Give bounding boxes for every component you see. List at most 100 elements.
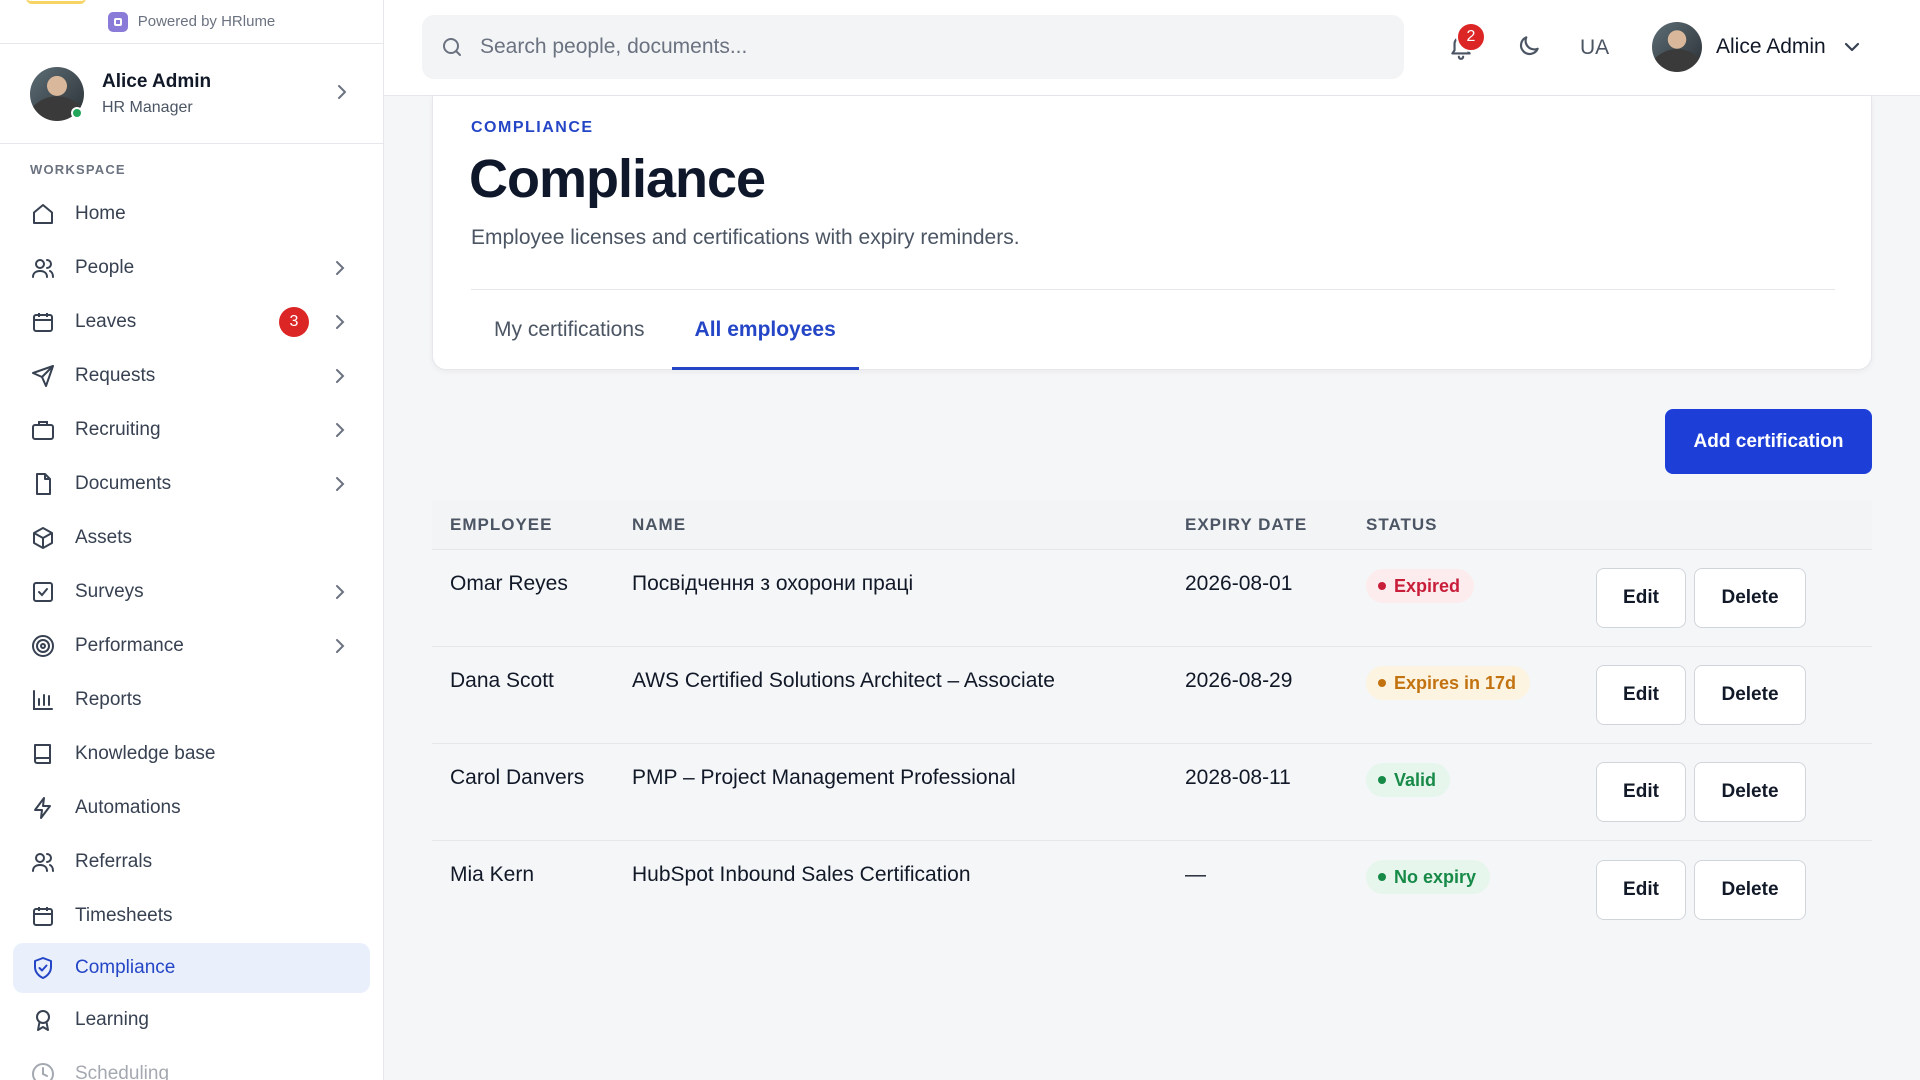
sidebar-item-scheduling[interactable]: Scheduling: [0, 1047, 383, 1080]
cell-certification-name: AWS Certified Solutions Architect – Asso…: [632, 669, 1055, 692]
language-switcher[interactable]: UA: [1580, 36, 1609, 60]
sidebar-item-label: Scheduling: [75, 1063, 170, 1080]
chevron-right-icon: [335, 638, 345, 654]
column-header-employee[interactable]: EMPLOYEE: [432, 515, 632, 535]
column-header-status[interactable]: STATUS: [1366, 515, 1596, 535]
chevron-right-icon: [335, 260, 345, 276]
brand-logo-icon: [107, 11, 128, 32]
people-icon: [30, 849, 56, 875]
sidebar-item-home[interactable]: Home: [0, 187, 383, 241]
cell-expiry-date: 2026-08-29: [1185, 669, 1293, 692]
sidebar-item-referrals[interactable]: Referrals: [0, 835, 383, 889]
chevron-right-icon: [335, 368, 345, 384]
sidebar-item-recruiting[interactable]: Recruiting: [0, 403, 383, 457]
certifications-table: EMPLOYEE NAME EXPIRY DATE STATUS Omar Re…: [432, 500, 1872, 938]
tab-all-employees[interactable]: All employees: [671, 290, 860, 370]
online-status-dot: [71, 106, 83, 119]
sidebar-item-performance[interactable]: Performance: [0, 619, 383, 673]
profile-name: Alice Admin: [102, 70, 212, 92]
status-badge: Valid: [1366, 763, 1451, 797]
award-icon: [30, 1007, 56, 1033]
send-icon: [30, 363, 56, 389]
sidebar-item-label: Leaves: [75, 311, 137, 332]
calendar-icon: [30, 903, 56, 929]
edit-button[interactable]: Edit: [1596, 665, 1686, 725]
sidebar-item-compliance[interactable]: Compliance: [13, 943, 370, 993]
sidebar-item-reports[interactable]: Reports: [0, 673, 383, 727]
sidebar-item-label: Recruiting: [75, 419, 161, 440]
cell-employee: Dana Scott: [450, 669, 554, 692]
target-icon: [30, 633, 56, 659]
sidebar-item-documents[interactable]: Documents: [0, 457, 383, 511]
page-subtitle: Employee licenses and certifications wit…: [471, 226, 1020, 249]
calendar-icon: [30, 309, 56, 335]
delete-button[interactable]: Delete: [1694, 665, 1806, 725]
page-title: Compliance: [469, 149, 766, 209]
cell-certification-name: HubSpot Inbound Sales Certification: [632, 863, 971, 886]
search-input[interactable]: [480, 35, 1386, 59]
tab-bar: My certifications All employees: [471, 290, 863, 370]
sidebar-item-label: Referrals: [75, 851, 153, 872]
cell-expiry-date: 2028-08-11: [1185, 766, 1291, 789]
profile-card[interactable]: Alice Admin HR Manager: [0, 44, 383, 144]
brand-bar: Powered by HRlume: [0, 0, 383, 44]
table-row: Carol Danvers PMP – Project Management P…: [432, 744, 1872, 841]
briefcase-icon: [30, 417, 56, 443]
table-row: Omar Reyes Посвідчення з охорони праці 2…: [432, 550, 1872, 647]
sidebar-item-timesheets[interactable]: Timesheets: [0, 889, 383, 943]
leaves-count-badge: 3: [279, 307, 309, 337]
sidebar-item-label: Performance: [75, 635, 184, 656]
bolt-icon: [30, 795, 56, 821]
user-menu-name: Alice Admin: [1716, 35, 1826, 58]
avatar: [30, 66, 84, 121]
clock-icon: [30, 1061, 56, 1080]
sidebar-item-label: Requests: [75, 365, 156, 386]
avatar: [1652, 22, 1702, 72]
status-badge: No expiry: [1366, 860, 1491, 894]
bar-chart-icon: [30, 687, 56, 713]
moon-icon[interactable]: [1516, 33, 1542, 59]
book-icon: [30, 741, 56, 767]
shield-check-icon: [30, 955, 56, 981]
column-header-name[interactable]: NAME: [632, 515, 1185, 535]
people-icon: [30, 255, 56, 281]
sidebar-item-people[interactable]: People: [0, 241, 383, 295]
sidebar-item-label: Surveys: [75, 581, 144, 602]
search-box[interactable]: [422, 15, 1404, 79]
table-row: Mia Kern HubSpot Inbound Sales Certifica…: [432, 841, 1872, 938]
sidebar-item-knowledge-base[interactable]: Knowledge base: [0, 727, 383, 781]
sidebar-item-automations[interactable]: Automations: [0, 781, 383, 835]
edit-button[interactable]: Edit: [1596, 568, 1686, 628]
delete-button[interactable]: Delete: [1694, 568, 1806, 628]
sidebar-item-label: Timesheets: [75, 905, 173, 926]
sidebar-item-label: Documents: [75, 473, 172, 494]
column-header-expiry-date[interactable]: EXPIRY DATE: [1185, 515, 1366, 535]
table-row: Dana Scott AWS Certified Solutions Archi…: [432, 647, 1872, 744]
sidebar-item-learning[interactable]: Learning: [0, 993, 383, 1047]
sidebar-item-surveys[interactable]: Surveys: [0, 565, 383, 619]
top-bar: 2 UA Alice Admin: [384, 0, 1920, 96]
document-icon: [30, 471, 56, 497]
delete-button[interactable]: Delete: [1694, 762, 1806, 822]
notification-count-badge: 2: [1456, 22, 1486, 52]
sidebar-item-label: Home: [75, 203, 126, 224]
cell-expiry-date: 2026-08-01: [1185, 572, 1293, 595]
sidebar-item-leaves[interactable]: Leaves 3: [0, 295, 383, 349]
edit-button[interactable]: Edit: [1596, 762, 1686, 822]
sidebar-item-label: Compliance: [75, 957, 176, 978]
cell-employee: Carol Danvers: [450, 766, 585, 789]
sidebar-item-assets[interactable]: Assets: [0, 511, 383, 565]
add-certification-button[interactable]: Add certification: [1665, 409, 1872, 474]
tab-my-certifications[interactable]: My certifications: [471, 290, 668, 370]
profile-role: HR Manager: [102, 98, 193, 116]
status-badge: Expired: [1366, 569, 1475, 603]
chevron-right-icon: [335, 422, 345, 438]
sidebar-item-label: Reports: [75, 689, 142, 710]
edit-button[interactable]: Edit: [1596, 859, 1686, 920]
delete-button[interactable]: Delete: [1694, 859, 1806, 920]
search-icon: [440, 35, 464, 59]
cell-certification-name: PMP – Project Management Professional: [632, 766, 1016, 789]
sidebar-item-label: Knowledge base: [75, 743, 216, 764]
user-menu[interactable]: Alice Admin: [1652, 22, 1860, 72]
sidebar-item-requests[interactable]: Requests: [0, 349, 383, 403]
